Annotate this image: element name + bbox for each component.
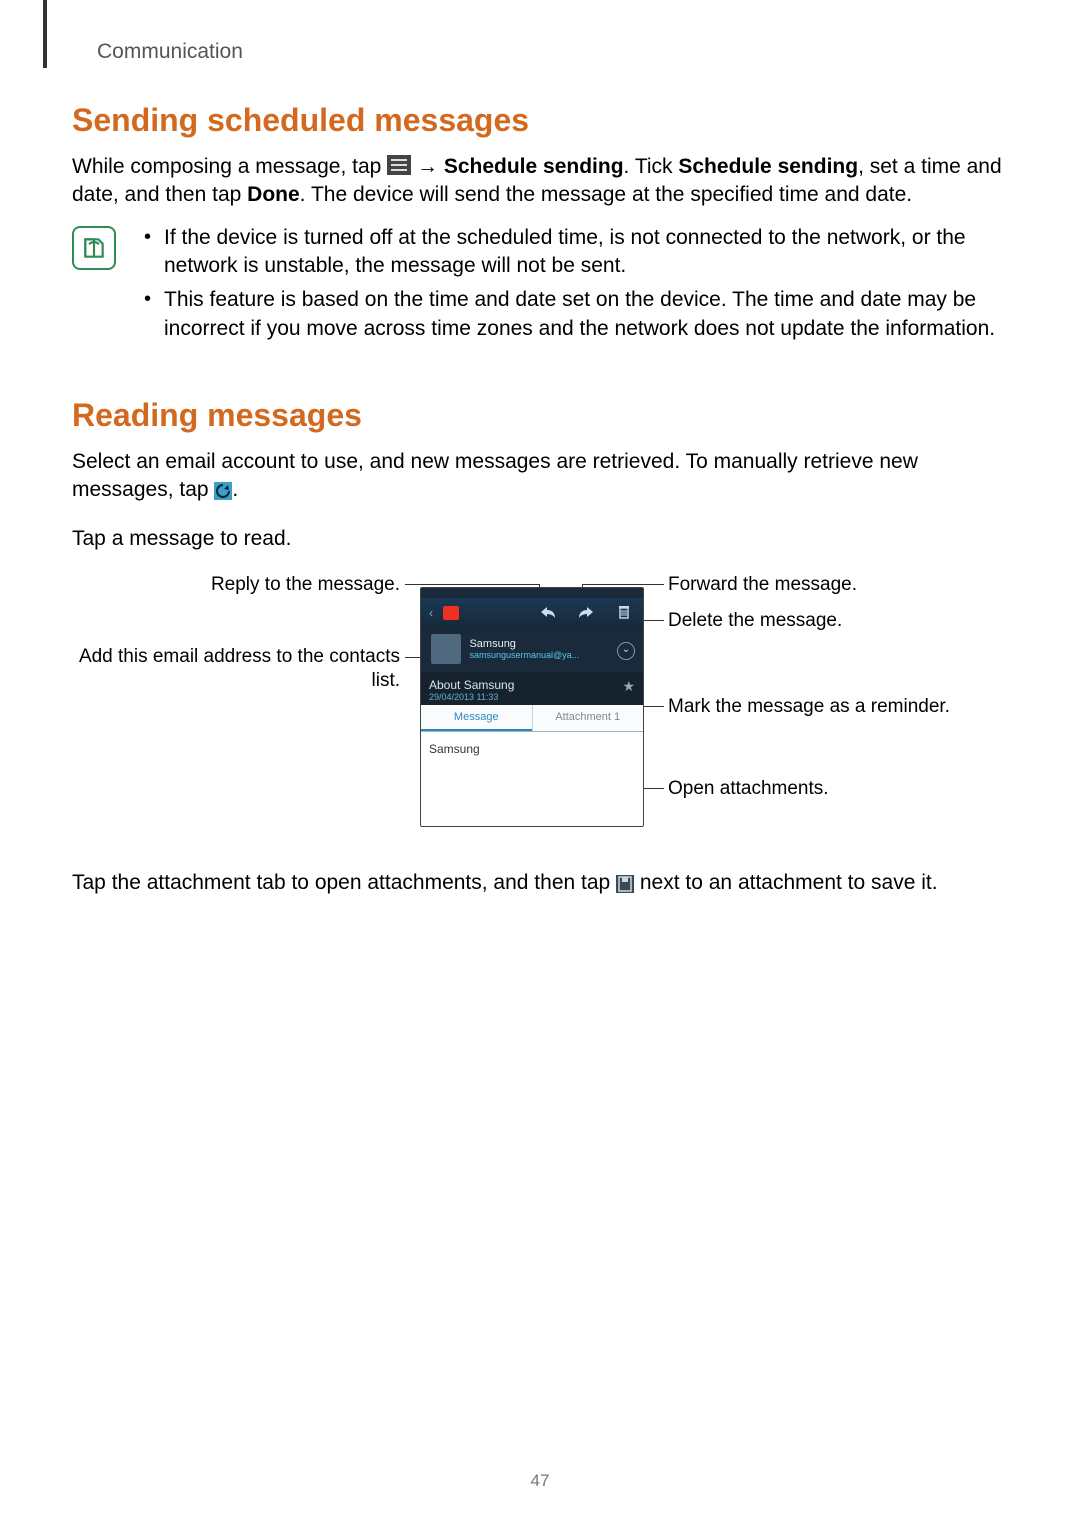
callout-add-contact: Add this email address to the contacts l… [72, 645, 400, 693]
subject-text: About Samsung [429, 678, 635, 692]
callout-attachments: Open attachments. [668, 777, 1008, 801]
callout-reminder: Mark the message as a reminder. [668, 695, 1008, 719]
note-item: If the device is turned off at the sched… [136, 224, 1008, 281]
manual-page: Communication Sending scheduled messages… [0, 0, 1080, 1527]
tabs: Message Attachment 1 [421, 705, 643, 732]
email-body: Samsung [421, 732, 643, 766]
sender-email: samsungusermanual@ya... [469, 650, 579, 660]
bold: Schedule sending [678, 155, 858, 178]
heading-reading: Reading messages [72, 397, 1008, 434]
tab-message[interactable]: Message [421, 705, 532, 731]
expand-icon[interactable]: ⌄ [617, 642, 635, 660]
header-rule [43, 0, 47, 68]
callout-line [582, 584, 664, 585]
bold: Schedule sending [444, 155, 624, 178]
text: . Tick [624, 155, 679, 178]
text: next to an attachment to save it. [634, 871, 938, 894]
text: . The device will send the message at th… [300, 183, 912, 206]
save-icon [616, 873, 634, 891]
note-icon [72, 226, 116, 270]
sender-text: Samsung samsungusermanual@ya... [469, 638, 579, 660]
subject-row: About Samsung 29/04/2013 11:33 ★ [421, 672, 643, 705]
sender-row: Samsung samsungusermanual@ya... ⌄ [421, 628, 643, 672]
note-item: This feature is based on the time and da… [136, 286, 1008, 343]
avatar[interactable] [431, 634, 461, 664]
back-icon[interactable]: ‹ [421, 606, 441, 620]
para-reading-1: Select an email account to use, and new … [72, 448, 1008, 505]
text: → [411, 155, 444, 178]
callout-delete: Delete the message. [668, 609, 1008, 633]
callout-reply: Reply to the message. [72, 573, 400, 597]
phone-toolbar: ‹ [421, 598, 643, 628]
text: While composing a message, tap [72, 155, 387, 178]
bold: Done [247, 183, 300, 206]
account-badge[interactable] [443, 606, 459, 620]
para-attachment: Tap the attachment tab to open attachmen… [72, 869, 1008, 897]
heading-scheduled: Sending scheduled messages [72, 102, 1008, 139]
text: Select an email account to use, and new … [72, 450, 918, 501]
section-header: Communication [97, 40, 1008, 64]
note-block: If the device is turned off at the sched… [72, 224, 1008, 349]
phone-statusbar [421, 588, 643, 598]
sender-name: Samsung [469, 638, 579, 650]
page-number: 47 [0, 1471, 1080, 1491]
text: . [232, 478, 238, 501]
text: Tap the attachment tab to open attachmen… [72, 871, 616, 894]
email-diagram: Reply to the message. Add this email add… [72, 573, 1008, 833]
phone-mock: ‹ Samsung [420, 587, 644, 827]
tab-attachment[interactable]: Attachment 1 [532, 705, 644, 731]
star-icon[interactable]: ★ [622, 678, 635, 695]
delete-icon[interactable] [605, 605, 643, 622]
callout-forward: Forward the message. [668, 573, 1008, 597]
forward-icon[interactable] [567, 605, 605, 622]
menu-icon [387, 155, 411, 175]
refresh-icon [214, 480, 232, 498]
callout-line [405, 584, 540, 585]
phone-body: ‹ Samsung [420, 587, 644, 827]
note-list: If the device is turned off at the sched… [136, 224, 1008, 349]
subject-date: 29/04/2013 11:33 [429, 692, 635, 702]
para-scheduled: While composing a message, tap → Schedul… [72, 153, 1008, 210]
reply-icon[interactable] [529, 605, 567, 622]
para-reading-2: Tap a message to read. [72, 525, 1008, 553]
